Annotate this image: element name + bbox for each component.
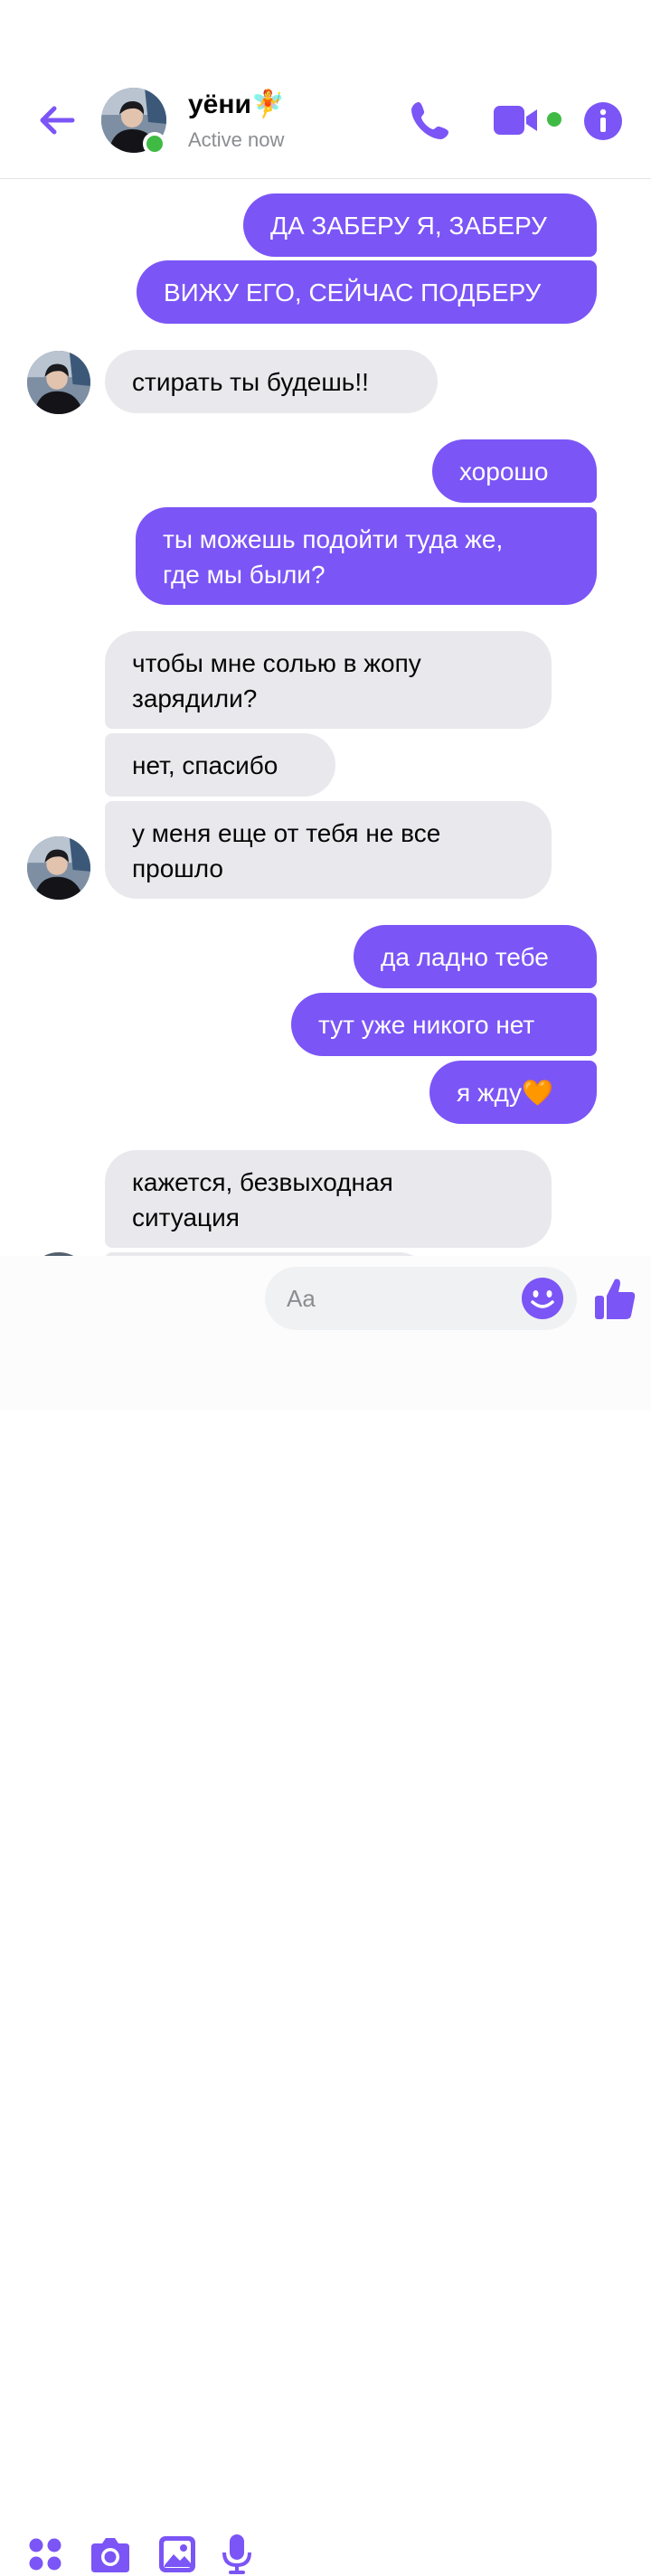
contact-avatar[interactable] (27, 351, 90, 414)
message-outgoing[interactable]: я жду🧡 (429, 1061, 597, 1124)
apps-icon[interactable] (27, 2536, 63, 2572)
message-outgoing[interactable]: тут уже никого нет (291, 993, 597, 1056)
contact-avatar[interactable] (27, 836, 90, 900)
message-input-placeholder: Aa (287, 1285, 316, 1312)
emoji-icon[interactable] (521, 1277, 564, 1320)
contact-name[interactable]: уёни🧚 (188, 89, 285, 120)
video-online-dot (547, 112, 561, 127)
camera-icon[interactable] (90, 2534, 131, 2574)
message-incoming[interactable]: чтобы мне солью в жопу зарядили? (105, 631, 552, 729)
back-arrow-icon[interactable] (34, 98, 80, 143)
message-incoming[interactable]: у меня еще от тебя не все прошло (105, 801, 552, 899)
message-outgoing[interactable]: ты можешь подойти туда же, где мы были? (136, 507, 597, 605)
message-incoming[interactable]: кажется, безвыходная ситуация (105, 1150, 552, 1248)
microphone-icon[interactable] (221, 2533, 253, 2576)
message-incoming[interactable]: нет, спасибо (105, 733, 335, 797)
chat-header: уёни🧚 Active now (0, 0, 651, 179)
video-call-icon[interactable] (492, 102, 566, 138)
active-status: Active now (188, 128, 285, 151)
like-icon[interactable] (593, 1276, 637, 1321)
avatar-photo (27, 836, 90, 900)
message-outgoing[interactable]: да ладно тебе (354, 925, 597, 988)
message-incoming[interactable]: стирать ты будешь!! (105, 350, 438, 413)
info-icon[interactable] (582, 100, 624, 142)
message-outgoing[interactable]: ДА ЗАБЕРУ Я, ЗАБЕРУ (243, 193, 597, 257)
gallery-icon[interactable] (157, 2534, 197, 2574)
message-outgoing[interactable]: хорошо (432, 439, 597, 503)
message-input[interactable]: Aa (265, 1267, 577, 1330)
avatar-photo (27, 351, 90, 414)
message-outgoing[interactable]: ВИЖУ ЕГО, СЕЙЧАС ПОДБЕРУ (137, 260, 597, 324)
phone-icon[interactable] (409, 99, 452, 142)
message-list[interactable]: ДА ЗАБЕРУ Я, ЗАБЕРУ ВИЖУ ЕГО, СЕЙЧАС ПОД… (0, 180, 651, 1256)
online-status-indicator (143, 132, 166, 156)
